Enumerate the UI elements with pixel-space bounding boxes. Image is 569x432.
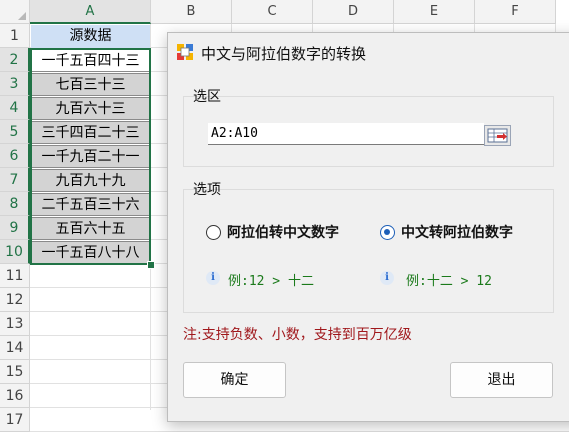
dialog-titlebar[interactable]: 中文与阿拉伯数字的转换 (168, 33, 569, 71)
row-header-14[interactable]: 14 (0, 336, 30, 360)
range-select-icon (487, 128, 508, 143)
cell-a6[interactable]: 一千九百二十一 (31, 145, 150, 168)
column-header-c[interactable]: C (232, 0, 313, 24)
column-header-a[interactable]: A (30, 0, 151, 24)
fill-handle[interactable] (147, 261, 155, 269)
row-header-10[interactable]: 10 (0, 240, 30, 264)
options-group-label: 选项 (193, 182, 221, 198)
app-logo-icon (177, 44, 193, 60)
row-header-15[interactable]: 15 (0, 360, 30, 384)
row-header-7[interactable]: 7 (0, 168, 30, 192)
cell-a10[interactable]: 一千五百八十八 (31, 241, 150, 264)
ok-button[interactable]: 确定 (183, 362, 286, 398)
select-all-corner[interactable] (0, 0, 30, 24)
row-header-6[interactable]: 6 (0, 144, 30, 168)
row-header-8[interactable]: 8 (0, 192, 30, 216)
column-header-d[interactable]: D (313, 0, 394, 24)
column-header-f[interactable]: F (475, 0, 556, 24)
row-header-12[interactable]: 12 (0, 288, 30, 312)
cell-a9[interactable]: 五百六十五 (31, 217, 150, 240)
radio-chinese-to-arabic[interactable] (380, 225, 395, 240)
row-header-16[interactable]: 16 (0, 384, 30, 408)
row-header-2[interactable]: 2 (0, 48, 30, 72)
cell-a3[interactable]: 七百三十三 (31, 73, 150, 96)
row-header-4[interactable]: 4 (0, 96, 30, 120)
row-header-13[interactable]: 13 (0, 312, 30, 336)
range-select-button[interactable] (484, 125, 511, 146)
radio-arabic-to-chinese-label[interactable]: 阿拉伯转中文数字 (227, 222, 339, 242)
row-header-17[interactable]: 17 (0, 408, 30, 432)
exit-button[interactable]: 退出 (450, 362, 553, 398)
support-note: 注:支持负数、小数，支持到百万亿级 (183, 327, 412, 343)
options-group (183, 189, 554, 313)
row-header-9[interactable]: 9 (0, 216, 30, 240)
cell-a5[interactable]: 三千四百二十三 (31, 121, 150, 144)
gridline-col (150, 24, 151, 410)
row-header-1[interactable]: 1 (0, 24, 30, 48)
row-header-11[interactable]: 11 (0, 264, 30, 288)
info-icon: i (206, 271, 220, 285)
cell-a2[interactable]: 一千五百四十三 (31, 49, 150, 72)
radio-chinese-to-arabic-label[interactable]: 中文转阿拉伯数字 (401, 222, 513, 242)
option2-example: 例:十二 > 12 (406, 274, 492, 289)
range-input[interactable]: A2:A10 (208, 123, 484, 145)
cell-a4[interactable]: 九百六十三 (31, 97, 150, 120)
row-header-5[interactable]: 5 (0, 120, 30, 144)
cell-a7[interactable]: 九百九十九 (31, 169, 150, 192)
column-header-e[interactable]: E (394, 0, 475, 24)
option1-example: 例:12 > 十二 (228, 274, 314, 289)
cell-a1[interactable]: 源数据 (31, 25, 150, 48)
radio-arabic-to-chinese[interactable] (206, 225, 221, 240)
range-group-label: 选区 (193, 89, 221, 105)
cell-a8[interactable]: 二千五百三十六 (31, 193, 150, 216)
column-header-b[interactable]: B (151, 0, 232, 24)
row-header-3[interactable]: 3 (0, 72, 30, 96)
dialog-title: 中文与阿拉伯数字的转换 (201, 45, 367, 63)
info-icon: i (380, 271, 394, 285)
conversion-dialog: 中文与阿拉伯数字的转换 选区 A2:A10 选项 阿拉伯转中文数字 中文转阿拉伯… (167, 32, 569, 422)
